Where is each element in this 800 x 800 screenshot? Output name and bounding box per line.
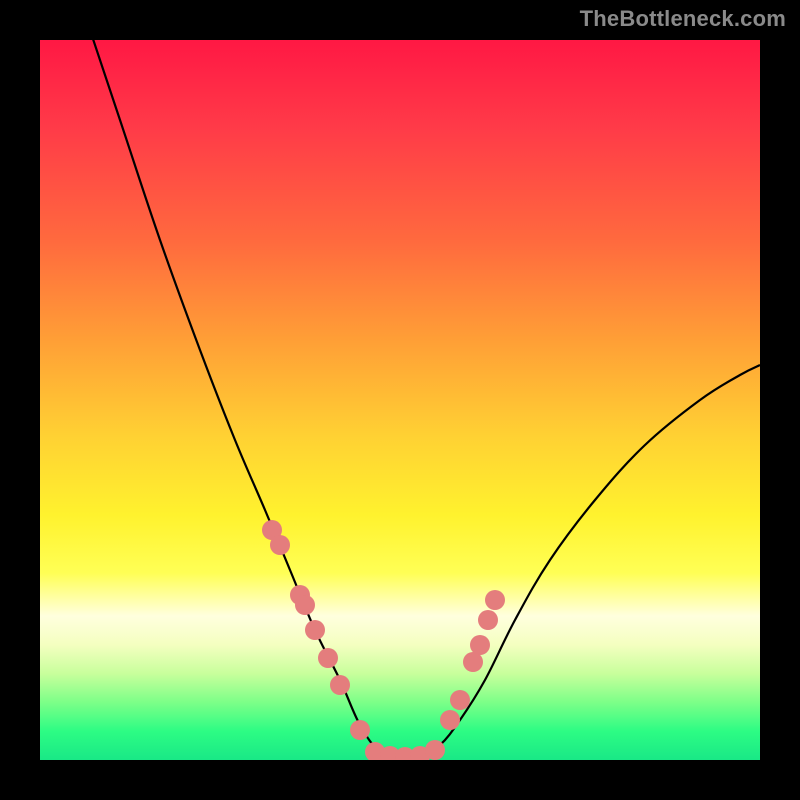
chart-frame: TheBottleneck.com <box>0 0 800 800</box>
fit-dots-group <box>262 520 505 760</box>
fit-dot <box>478 610 498 630</box>
fit-dot <box>295 595 315 615</box>
chart-svg <box>40 40 760 760</box>
fit-dot <box>350 720 370 740</box>
fit-dot <box>305 620 325 640</box>
fit-dot <box>450 690 470 710</box>
fit-dot <box>470 635 490 655</box>
fit-dot <box>425 740 445 760</box>
watermark-text: TheBottleneck.com <box>580 6 786 32</box>
fit-dot <box>318 648 338 668</box>
fit-dot <box>330 675 350 695</box>
plot-area <box>40 40 760 760</box>
fit-dot <box>270 535 290 555</box>
fit-dot <box>440 710 460 730</box>
fit-dot <box>485 590 505 610</box>
bottleneck-curve-left <box>80 40 400 758</box>
